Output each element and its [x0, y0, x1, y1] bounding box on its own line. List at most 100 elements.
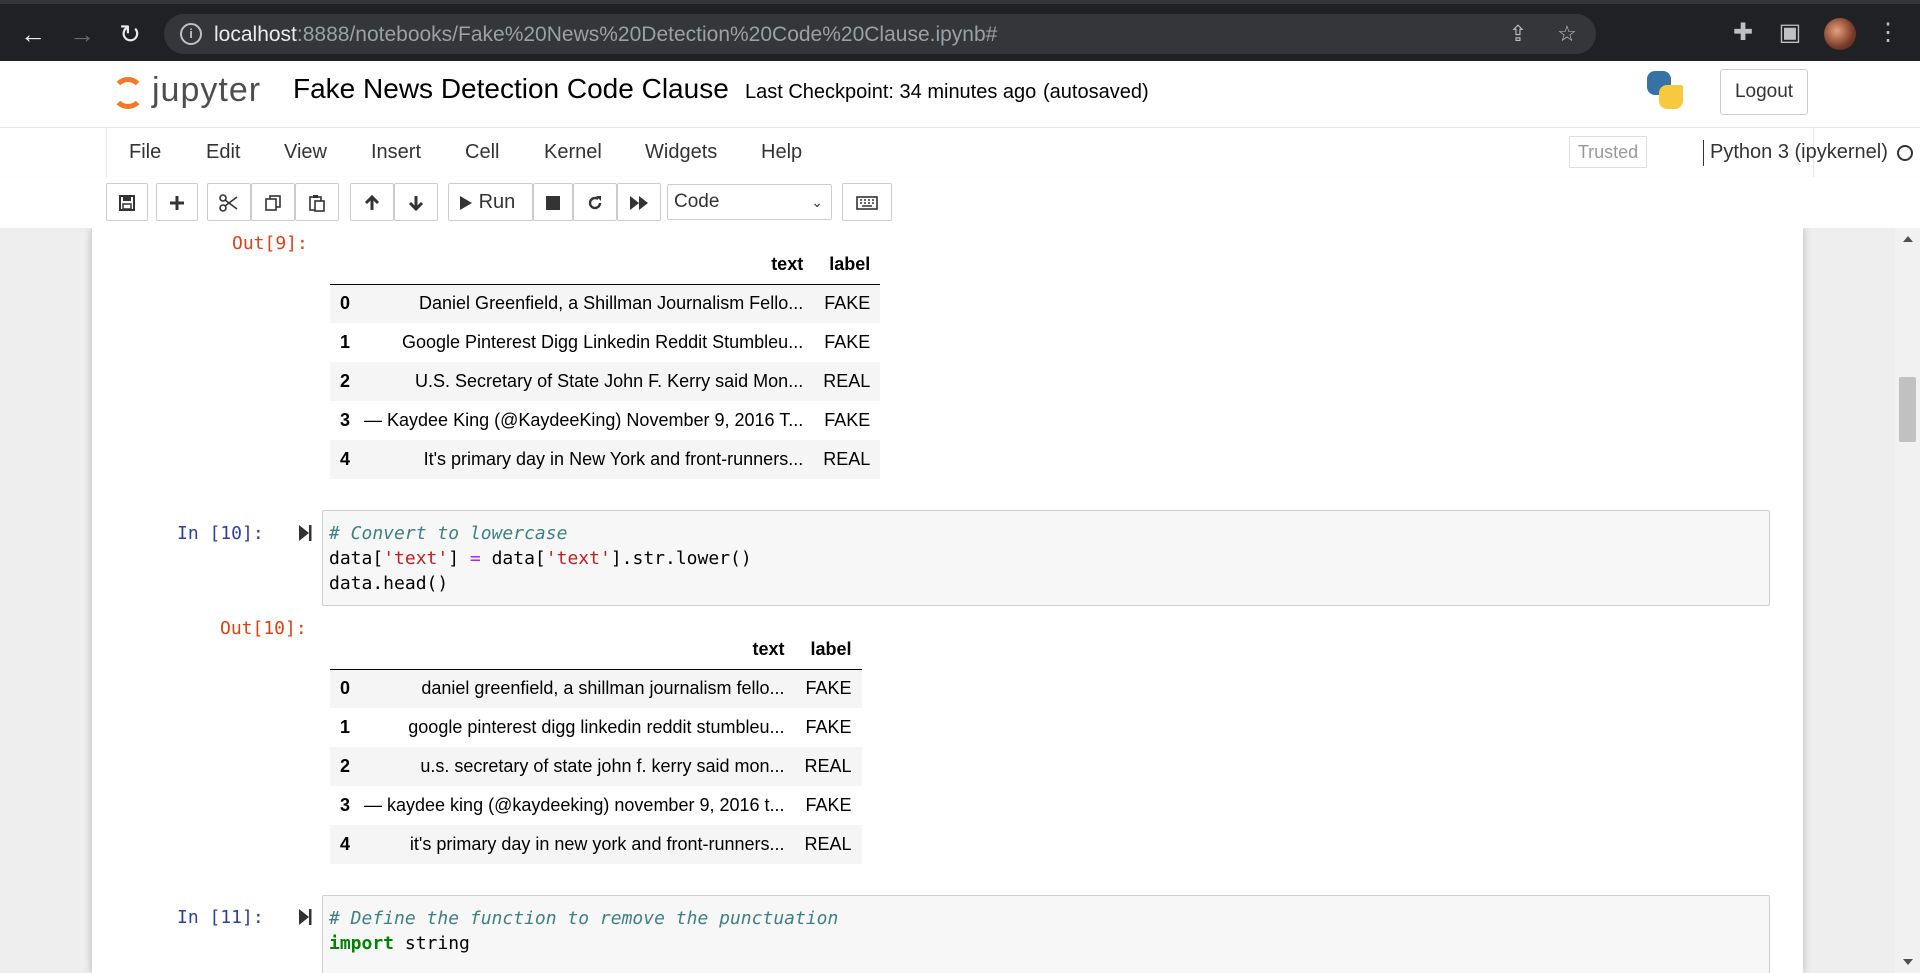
extensions-puzzle-icon[interactable]: ✚: [1728, 18, 1758, 48]
keyboard-icon: [856, 195, 878, 210]
scroll-down-arrow-icon[interactable]: [1903, 959, 1913, 965]
insert-cell-button[interactable]: [156, 183, 198, 221]
row-index: 1: [340, 332, 351, 352]
row-label: REAL: [823, 371, 871, 391]
fast-forward-icon: [630, 195, 648, 210]
column-header-text: text: [771, 254, 804, 275]
table-row: 3 — Kaydee King (@KaydeeKing) November 9,…: [330, 401, 880, 440]
row-index: 0: [340, 293, 351, 314]
profile-avatar[interactable]: [1824, 18, 1856, 50]
row-label: FAKE: [824, 332, 871, 352]
row-label: FAKE: [824, 293, 871, 314]
menu-file[interactable]: File: [129, 141, 161, 164]
menu-edit[interactable]: Edit: [206, 141, 240, 164]
row-text: Google Pinterest Digg Linkedin Reddit St…: [401, 332, 804, 352]
table-row: 1 google pinterest digg linkedin reddit s…: [330, 708, 862, 747]
row-label: REAL: [804, 834, 852, 854]
menu-view[interactable]: View: [284, 141, 327, 164]
trusted-indicator[interactable]: Trusted: [1569, 136, 1647, 168]
arrow-up-icon: [364, 194, 380, 210]
browser-toolbar: ← → ↻ i localhost:8888/notebooks/Fake%20…: [0, 0, 1920, 61]
notebook-area: Out[9]: text label 0 Daniel Greenfield, a…: [0, 228, 1920, 973]
row-index: 2: [340, 371, 351, 391]
code-cell-11[interactable]: # Define the function to remove the punc…: [322, 895, 1770, 973]
bookmark-star-icon[interactable]: ☆: [1555, 22, 1579, 46]
row-text: — Kaydee King (@KaydeeKing) November 9, …: [364, 410, 804, 430]
run-cell-icon[interactable]: [298, 908, 312, 926]
table-row: 1 Google Pinterest Digg Linkedin Reddit S…: [330, 323, 880, 362]
notebook-title[interactable]: Fake News Detection Code Clause: [293, 73, 729, 105]
output-prompt-9: Out[9]:: [232, 233, 308, 254]
jupyter-logo[interactable]: jupyter: [108, 67, 278, 117]
python-logo-icon: [1643, 69, 1687, 113]
column-header-label: label: [829, 254, 871, 275]
interrupt-kernel-button[interactable]: [533, 183, 573, 221]
scrollbar-thumb[interactable]: [1899, 377, 1916, 442]
run-button[interactable]: Run: [448, 183, 533, 221]
autosave-status: (autosaved): [1043, 81, 1149, 103]
row-index: 3: [340, 795, 351, 815]
stop-icon: [546, 195, 560, 210]
side-panel-icon[interactable]: ▣: [1775, 18, 1805, 48]
row-text: Daniel Greenfield, a Shillman Journalism…: [419, 293, 804, 314]
save-button[interactable]: [106, 183, 148, 221]
address-bar[interactable]: i localhost:8888/notebooks/Fake%20News%2…: [164, 14, 1596, 54]
row-index: 1: [340, 717, 351, 737]
move-cell-up-button[interactable]: [350, 183, 394, 221]
jupyter-header: jupyter Fake News Detection Code Clause …: [0, 61, 1920, 127]
run-cell-icon[interactable]: [298, 524, 312, 542]
row-index: 0: [340, 678, 351, 699]
paste-button[interactable]: [295, 183, 339, 221]
share-icon[interactable]: ⇪: [1506, 22, 1530, 46]
back-arrow-icon[interactable]: ←: [15, 16, 51, 52]
forward-arrow-icon[interactable]: →: [64, 16, 100, 52]
row-text: It's primary day in New York and front-r…: [423, 449, 804, 469]
dataframe-output-9: text label 0 Daniel Greenfield, a Shillma…: [330, 246, 881, 479]
menu-help[interactable]: Help: [761, 141, 802, 164]
restart-icon: [588, 195, 602, 209]
row-text: u.s. secretary of state john f. kerry sa…: [420, 756, 785, 776]
menu-cell[interactable]: Cell: [465, 141, 499, 164]
move-cell-down-button[interactable]: [394, 183, 438, 221]
menu-insert[interactable]: Insert: [371, 141, 421, 164]
chevron-down-icon: ⌄: [811, 194, 823, 210]
logout-button[interactable]: Logout: [1720, 69, 1808, 115]
row-text: it's primary day in new york and front-r…: [409, 834, 785, 854]
site-info-icon[interactable]: i: [180, 23, 202, 45]
kernel-idle-icon: [1897, 145, 1913, 161]
restart-kernel-button[interactable]: [573, 183, 617, 221]
menu-widgets[interactable]: Widgets: [645, 141, 717, 164]
input-prompt-10: In [10]:: [177, 523, 264, 544]
scroll-up-arrow-icon[interactable]: [1903, 236, 1913, 242]
dataframe-header-row: text label: [330, 631, 862, 669]
kernel-name[interactable]: Python 3 (ipykernel): [1710, 141, 1888, 164]
row-label: REAL: [804, 756, 852, 776]
menu-kernel[interactable]: Kernel: [544, 141, 602, 164]
column-header-label: label: [810, 639, 852, 660]
browser-menu-icon[interactable]: ⋮: [1873, 18, 1903, 48]
command-palette-button[interactable]: [842, 183, 892, 221]
table-row: 0 daniel greenfield, a shillman journalis…: [330, 669, 862, 708]
cut-button[interactable]: [207, 183, 251, 221]
row-text: — kaydee king (@kaydeeking) november 9, …: [364, 795, 785, 815]
menubar: File Edit View Insert Cell Kernel Widget…: [0, 127, 1920, 178]
row-index: 3: [340, 410, 351, 430]
page-scrollbar[interactable]: [1895, 228, 1920, 973]
restart-run-all-button[interactable]: [617, 183, 661, 221]
column-header-text: text: [752, 639, 785, 660]
cell-type-select[interactable]: Code ⌄: [667, 184, 832, 220]
row-label: FAKE: [805, 678, 852, 699]
save-icon: [119, 194, 135, 211]
row-index: 4: [340, 449, 351, 469]
dataframe-output-10: text label 0 daniel greenfield, a shillma…: [330, 631, 862, 864]
copy-button[interactable]: [251, 183, 295, 221]
arrow-down-icon: [408, 195, 424, 211]
table-row: 4 it's primary day in new york and front-…: [330, 825, 862, 864]
table-row: 2 U.S. Secretary of State John F. Kerry s…: [330, 362, 881, 401]
url-text[interactable]: localhost:8888/notebooks/Fake%20News%20D…: [214, 23, 997, 47]
code-cell-10[interactable]: # Convert to lowercase data['text'] = da…: [322, 510, 1770, 606]
row-label: REAL: [823, 449, 871, 469]
reload-icon[interactable]: ↻: [112, 16, 148, 52]
row-label: FAKE: [805, 717, 852, 737]
row-label: FAKE: [824, 410, 871, 430]
